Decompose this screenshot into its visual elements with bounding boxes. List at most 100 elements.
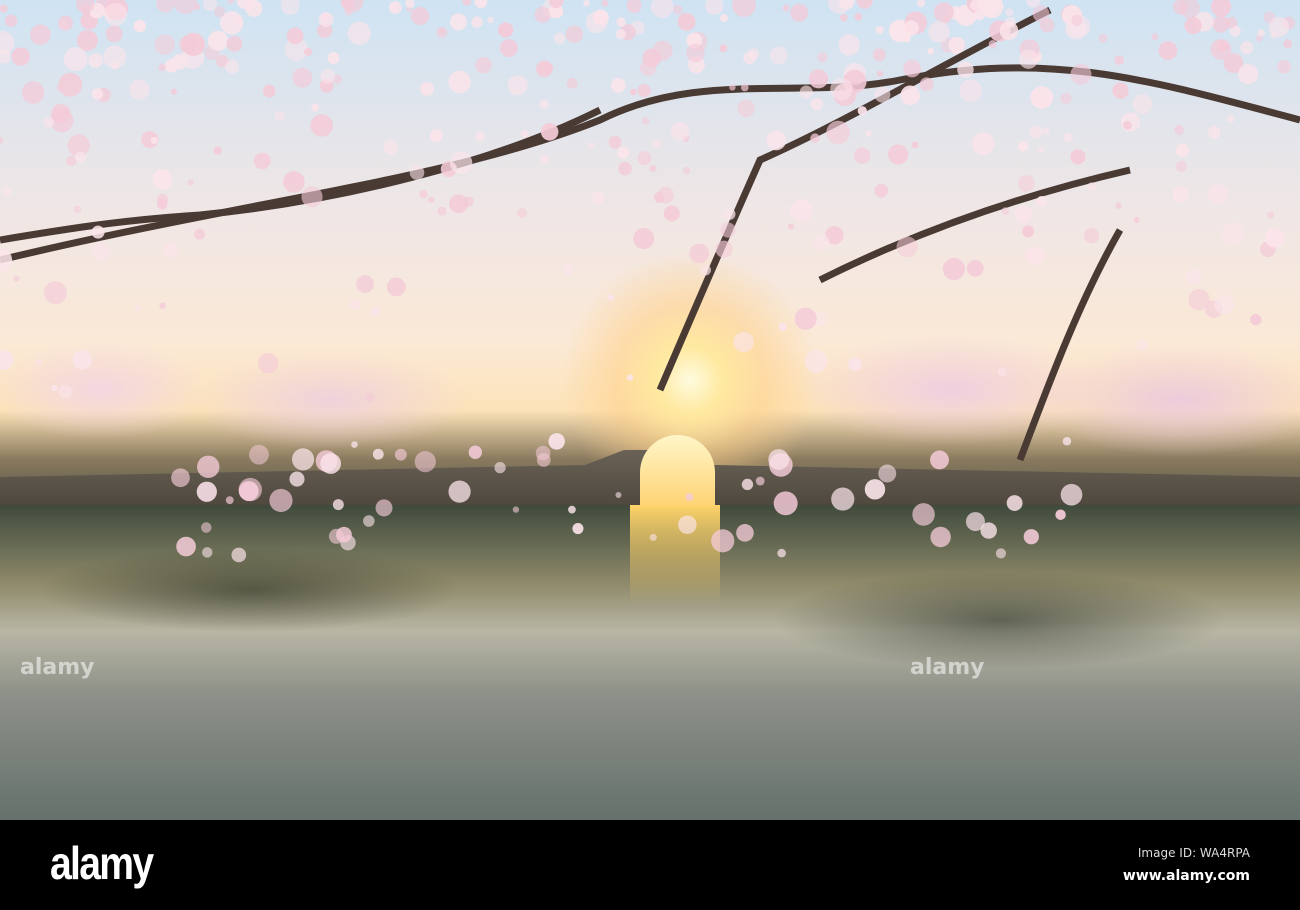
blossom [887, 144, 909, 165]
blossom [562, 263, 575, 276]
blossom [611, 78, 626, 93]
blossom [534, 6, 551, 23]
blossom [642, 48, 662, 68]
blossom [1115, 202, 1122, 209]
blossom [817, 52, 828, 63]
blossom [231, 547, 247, 563]
blossom [76, 30, 98, 51]
blossom [896, 236, 918, 258]
blossom [1055, 509, 1066, 520]
blossom [253, 152, 271, 170]
blossom [436, 26, 448, 39]
blossom [386, 277, 406, 297]
blossom [1087, 182, 1097, 192]
blossom [794, 307, 817, 330]
blossom [539, 99, 550, 110]
blossom [91, 88, 104, 100]
blossom [178, 35, 197, 54]
blossom [672, 4, 683, 15]
blossom [129, 79, 150, 100]
blossom [650, 0, 674, 18]
blossom [91, 225, 105, 239]
blossom [633, 227, 655, 249]
blossom [903, 35, 911, 43]
blossom [507, 75, 528, 96]
blossom [372, 448, 384, 460]
blossom [1023, 529, 1039, 545]
blossom [840, 13, 848, 22]
blossom [856, 0, 873, 9]
blossom [900, 85, 920, 106]
blossom [790, 3, 809, 22]
blossom [449, 13, 468, 31]
blossom [75, 151, 87, 163]
blossom [497, 22, 514, 38]
blossom [853, 147, 871, 164]
blossom [320, 68, 336, 84]
blossom [1185, 268, 1202, 285]
blossom [787, 223, 794, 230]
blossom [540, 154, 550, 164]
blossom [876, 70, 884, 78]
blossom [383, 140, 399, 155]
blossom [959, 79, 982, 103]
blossom [171, 54, 188, 70]
blossom [1268, 16, 1290, 37]
stock-photo: alamy alamy alamy Image ID: WA4RPA www.a… [0, 0, 1300, 910]
blossom [163, 242, 178, 258]
blossom [1025, 246, 1045, 265]
blossom [1283, 39, 1293, 49]
blossom [930, 450, 949, 470]
blossom [1175, 160, 1187, 172]
blossom [304, 47, 313, 56]
blossom [912, 503, 935, 526]
blossom [225, 496, 234, 505]
blossom [997, 367, 1007, 377]
blossom [1250, 313, 1262, 326]
blossom [591, 191, 605, 205]
blossom [826, 120, 850, 145]
blossom [88, 53, 104, 68]
blossom [448, 480, 471, 503]
blossom [565, 25, 584, 43]
blossom [105, 25, 123, 43]
blossom [487, 16, 494, 24]
blossom [1005, 8, 1014, 17]
blossom [919, 77, 934, 92]
blossom [73, 205, 82, 214]
blossom [948, 36, 966, 54]
blossom [1098, 33, 1108, 44]
blossom [1014, 205, 1033, 224]
blossom [56, 84, 64, 92]
blossom [1277, 60, 1291, 74]
blossom [769, 46, 788, 65]
blossom [1172, 186, 1190, 204]
blossom [970, 0, 982, 11]
blossom [1, 186, 12, 196]
blossom [327, 52, 340, 65]
blossom [1133, 217, 1140, 224]
blossom [649, 165, 657, 172]
blossom [1036, 195, 1048, 207]
blossom [782, 4, 790, 12]
blossom [428, 196, 435, 203]
blossom [1210, 38, 1232, 60]
blossom [43, 116, 55, 128]
blossom [872, 48, 886, 62]
blossom [568, 505, 576, 514]
blossom [592, 9, 609, 26]
blossom [733, 331, 754, 353]
blossom [553, 32, 566, 45]
blossom [370, 306, 381, 317]
blossom [720, 222, 736, 238]
blossom [1207, 126, 1221, 139]
blossom [1022, 225, 1035, 238]
blossom [257, 352, 279, 374]
blossom [626, 374, 634, 381]
blossom [1083, 228, 1100, 244]
blossom [630, 88, 637, 96]
blossom [637, 151, 652, 166]
blossom [269, 488, 293, 513]
watermark-bar: alamy Image ID: WA4RPA www.alamy.com [0, 820, 1300, 910]
blossom [999, 21, 1019, 40]
